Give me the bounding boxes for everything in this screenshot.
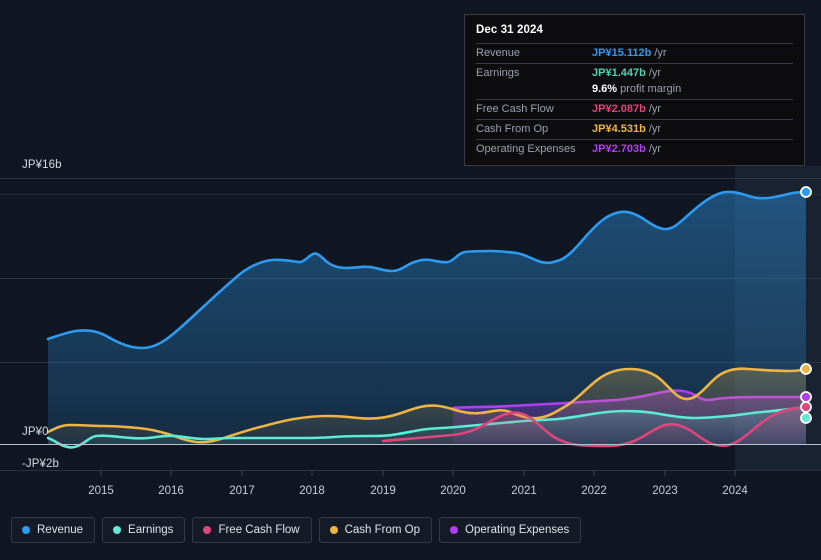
legend-item-revenue[interactable]: Revenue — [11, 517, 96, 543]
tooltip-row-cash-from-op: Cash From Op JP¥4.531b /yr — [476, 119, 793, 139]
legend-dot-cash-from-op-icon — [329, 526, 338, 534]
legend-label-earnings: Earnings — [128, 524, 174, 536]
legend-item-operating-expenses[interactable]: Operating Expenses — [439, 517, 582, 543]
legend-item-cash-from-op[interactable]: Cash From Op — [318, 517, 433, 543]
tooltip-unit-earnings: /yr — [648, 67, 662, 79]
x-axis-label-2023: 2023 — [652, 485, 678, 497]
tooltip-date: Dec 31 2024 — [476, 24, 543, 36]
chart-legend: Revenue Earnings Free Cash Flow Cash Fro… — [11, 517, 582, 543]
tooltip-row-free-cash-flow: Free Cash Flow JP¥2.087b /yr — [476, 99, 793, 119]
x-axis-label-2019: 2019 — [370, 485, 396, 497]
tooltip-value-operating-expenses: JP¥2.703b — [592, 143, 646, 155]
point-operating-expenses — [800, 391, 812, 403]
point-earnings — [800, 412, 812, 424]
tooltip-row-operating-expenses: Operating Expenses JP¥2.703b /yr — [476, 139, 793, 159]
legend-label-free-cash-flow: Free Cash Flow — [218, 524, 300, 536]
tooltip-unit-free-cash-flow: /yr — [648, 103, 662, 115]
tooltip-value-revenue: JP¥15.112b — [592, 47, 652, 59]
tooltip-label-revenue: Revenue — [476, 47, 521, 59]
financial-chart[interactable]: JP¥16b JP¥0 -JP¥2b 2015 2016 2017 2018 2… — [0, 0, 821, 560]
point-free-cash-flow — [800, 401, 812, 413]
tooltip-value-free-cash-flow: JP¥2.087b — [592, 103, 646, 115]
legend-dot-operating-expenses-icon — [450, 526, 459, 534]
tooltip-unit-cash-from-op: /yr — [648, 123, 662, 135]
tooltip-unit-profit-margin: profit margin — [620, 83, 682, 95]
x-axis-label-2020: 2020 — [440, 485, 466, 497]
x-axis-label-2018: 2018 — [299, 485, 325, 497]
tooltip-value-profit-margin: 9.6% — [592, 83, 618, 95]
chart-tooltip: Dec 31 2024 Revenue JP¥15.112b /yr Earni… — [464, 14, 805, 166]
legend-label-cash-from-op: Cash From Op — [344, 524, 421, 536]
x-axis-label-2021: 2021 — [511, 485, 537, 497]
tooltip-label-free-cash-flow: Free Cash Flow — [476, 103, 554, 115]
x-axis-label-2016: 2016 — [158, 485, 184, 497]
point-cash-from-op — [800, 363, 812, 375]
tooltip-value-cash-from-op: JP¥4.531b — [592, 123, 646, 135]
legend-item-earnings[interactable]: Earnings — [102, 517, 186, 543]
y-axis-label-top: JP¥16b — [22, 159, 62, 171]
legend-label-operating-expenses: Operating Expenses — [465, 524, 570, 536]
legend-label-revenue: Revenue — [37, 524, 84, 536]
x-axis-label-2017: 2017 — [229, 485, 255, 497]
tooltip-row-earnings: Earnings JP¥1.447b /yr — [476, 63, 793, 83]
tooltip-row-profit-margin: 9.6% profit margin — [476, 83, 793, 99]
point-revenue — [800, 186, 812, 198]
tooltip-row-revenue: Revenue JP¥15.112b /yr — [476, 43, 793, 63]
tooltip-value-earnings: JP¥1.447b — [592, 67, 646, 79]
tooltip-label-operating-expenses: Operating Expenses — [476, 143, 576, 155]
legend-dot-revenue-icon — [22, 526, 30, 534]
tooltip-label-earnings: Earnings — [476, 67, 520, 79]
x-axis-label-2024: 2024 — [722, 485, 748, 497]
y-axis-label-zero: JP¥0 — [22, 426, 49, 438]
legend-dot-free-cash-flow-icon — [203, 526, 212, 534]
x-axis-label-2015: 2015 — [88, 485, 114, 497]
x-axis-label-2022: 2022 — [581, 485, 607, 497]
y-axis-label-negative: -JP¥2b — [22, 458, 60, 470]
tooltip-unit-operating-expenses: /yr — [648, 143, 662, 155]
legend-dot-earnings-icon — [113, 526, 122, 534]
tooltip-label-cash-from-op: Cash From Op — [476, 123, 549, 135]
tooltip-unit-revenue: /yr — [654, 47, 667, 59]
legend-item-free-cash-flow[interactable]: Free Cash Flow — [192, 517, 312, 543]
